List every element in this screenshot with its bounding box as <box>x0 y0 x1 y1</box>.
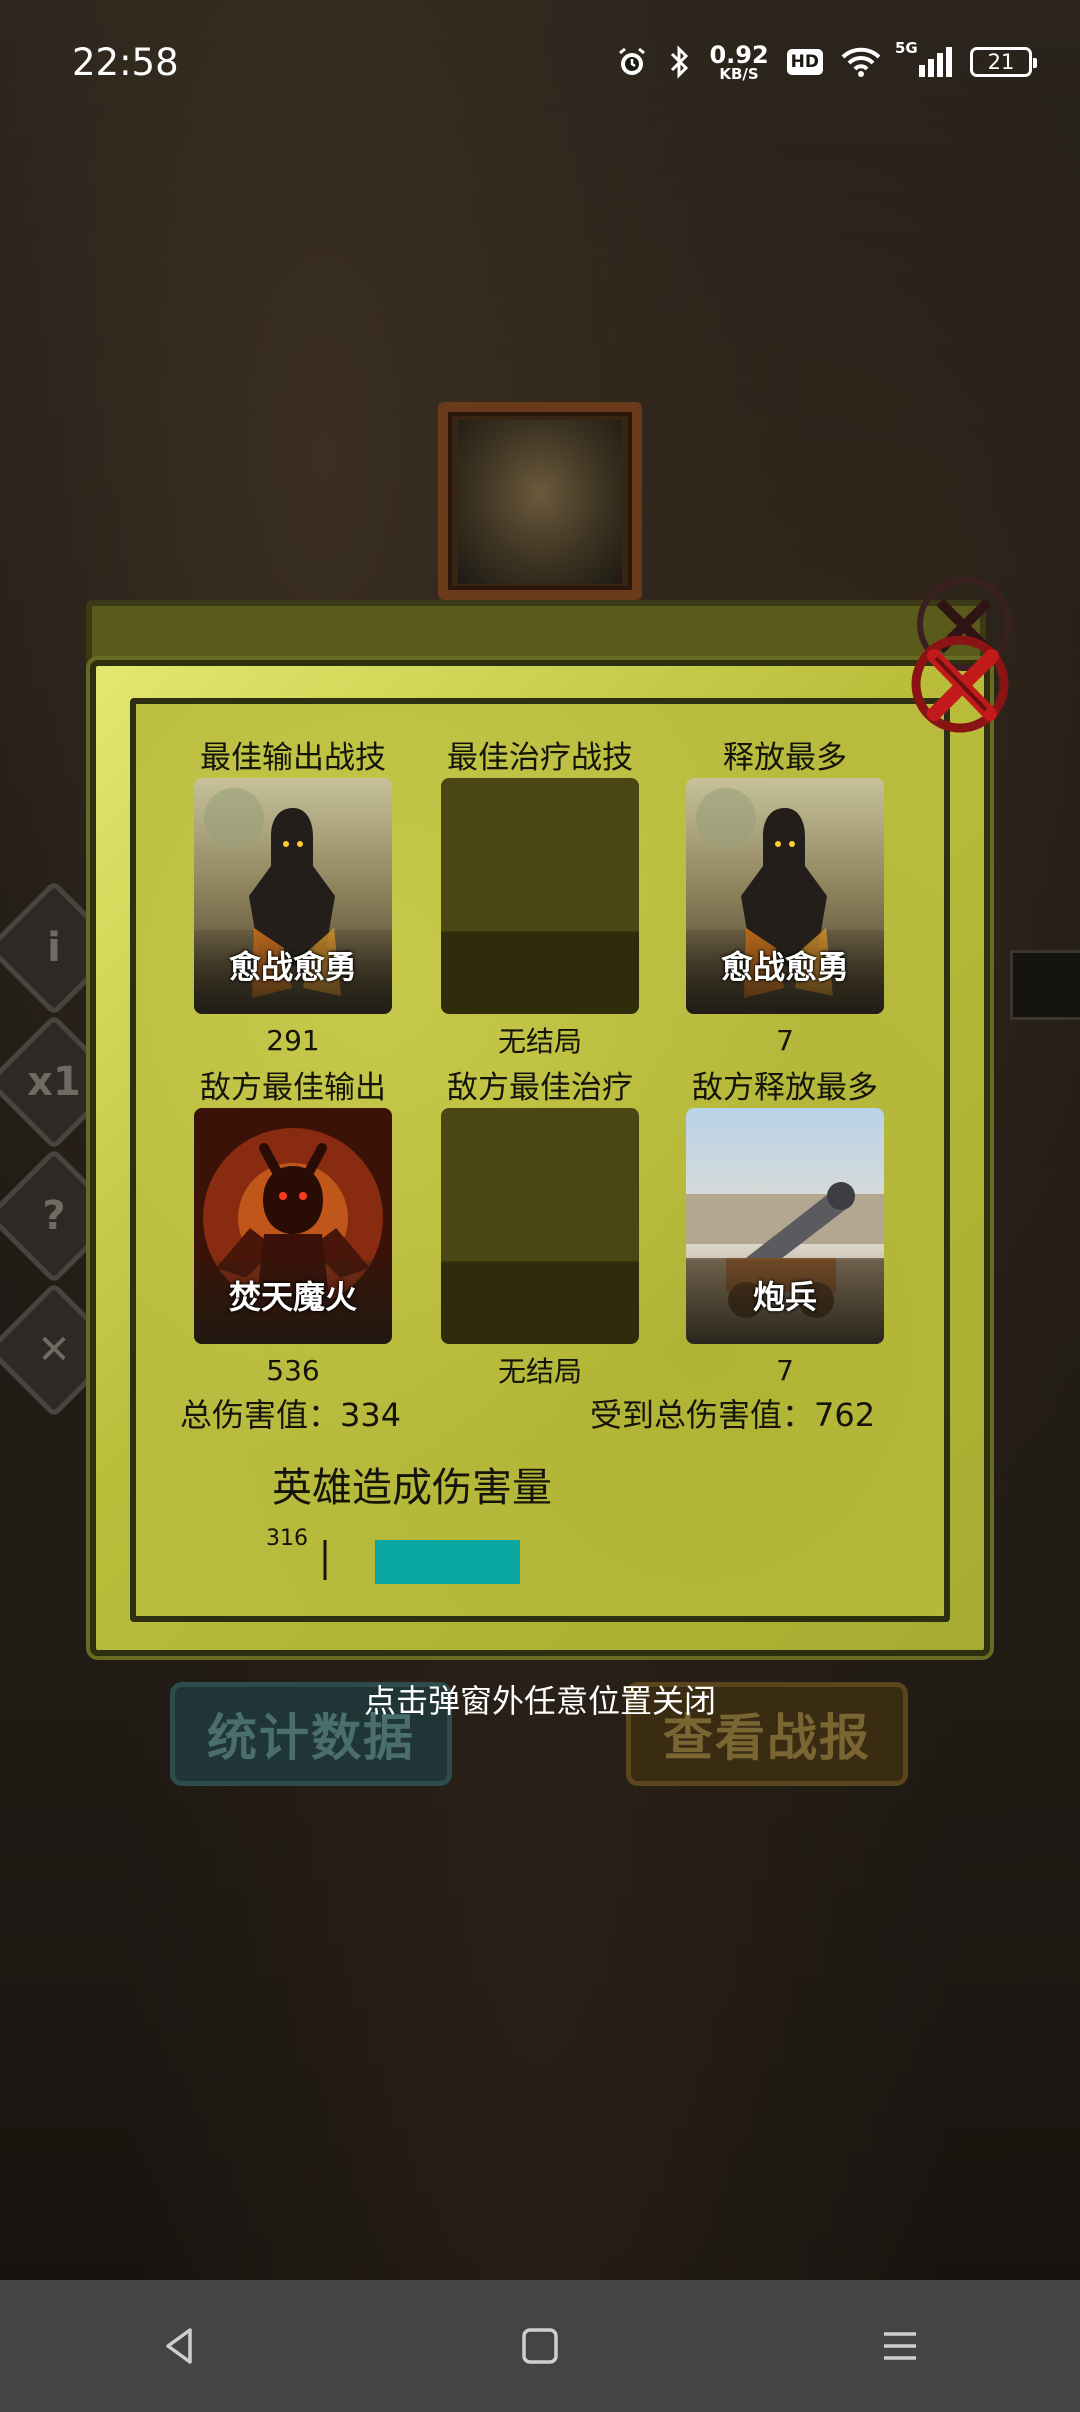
network-type-label: 5G <box>895 39 918 57</box>
skill-name: 焚天魔火 <box>228 1278 357 1316</box>
slot-enemy-best-heal[interactable]: 敌方最佳治疗 无结局 <box>441 1064 639 1396</box>
hd-badge: HD <box>786 49 823 75</box>
slot-title: 敌方释放最多 <box>692 1069 878 1106</box>
name-band: 炮兵 <box>686 1260 884 1344</box>
speed-label: x1 <box>27 1059 81 1105</box>
slot-title: 释放最多 <box>723 739 847 776</box>
slot-enemy-most-cast[interactable]: 敌方释放最多 炮兵 7 <box>686 1064 884 1396</box>
slot-value: 无结局 <box>497 1025 582 1058</box>
battery-icon: 21 <box>970 47 1037 77</box>
slot-best-output-skill[interactable]: 最佳输出战技 愈战愈勇 291 <box>194 734 392 1066</box>
status-icons: 0.92 KB/S HD 5G 21 <box>615 39 1037 82</box>
nav-home-button[interactable] <box>500 2306 580 2386</box>
net-speed-value: 0.92 <box>709 40 769 69</box>
exit-icon: ✕ <box>37 1327 71 1373</box>
total-damage: 总伤害值：334 <box>180 1396 402 1434</box>
alarm-icon <box>619 47 646 75</box>
damage-bar-chart: 316 <box>266 1526 520 1584</box>
skill-name: 愈战愈勇 <box>228 948 357 986</box>
slot-value: 7 <box>776 1023 794 1057</box>
skill-name: 炮兵 <box>752 1278 817 1316</box>
slot-value: 291 <box>266 1023 320 1057</box>
system-nav-bar <box>0 2280 1080 2412</box>
cell-signal-icon: 5G <box>895 39 952 77</box>
slot-title: 敌方最佳输出 <box>200 1069 386 1106</box>
nav-back-button[interactable] <box>140 2306 220 2386</box>
name-band: 焚天魔火 <box>194 1260 392 1344</box>
hero-portrait-frame <box>438 402 642 600</box>
slot-value: 7 <box>776 1353 794 1387</box>
nav-menu-button[interactable] <box>860 2306 940 2386</box>
close-x-icon <box>911 577 1011 733</box>
battery-level: 21 <box>987 50 1015 74</box>
name-band: 愈战愈勇 <box>194 930 392 1014</box>
slot-enemy-best-output[interactable]: 敌方最佳输出 焚天魔火 536 <box>194 1064 392 1396</box>
empty-skill-card <box>441 1108 639 1344</box>
menu-lines-icon <box>884 2332 916 2360</box>
slot-most-cast[interactable]: 释放最多 愈战愈勇 7 <box>686 734 884 1066</box>
home-square-icon <box>522 2328 558 2364</box>
bluetooth-icon <box>671 45 689 79</box>
slot-best-heal-skill[interactable]: 最佳治疗战技 无结局 <box>441 734 639 1066</box>
right-edge-tab[interactable] <box>1010 950 1080 1020</box>
close-button[interactable] <box>898 574 1032 744</box>
slot-value: 536 <box>266 1353 320 1387</box>
slot-title: 最佳治疗战技 <box>447 739 633 776</box>
skill-card[interactable]: 愈战愈勇 <box>686 778 884 1014</box>
damage-bar <box>375 1540 520 1584</box>
info-icon: i <box>47 925 61 971</box>
total-damage-taken: 受到总伤害值：762 <box>590 1396 876 1434</box>
skill-name: 愈战愈勇 <box>720 948 849 986</box>
skill-card[interactable]: 炮兵 <box>686 1108 884 1344</box>
net-speed-unit: KB/S <box>719 64 759 83</box>
slot-title: 最佳输出战技 <box>200 739 386 776</box>
slot-title: 敌方最佳治疗 <box>447 1069 633 1106</box>
close-hint-text: 点击弹窗外任意位置关闭 <box>363 1682 716 1720</box>
slot-value: 无结局 <box>497 1355 582 1388</box>
help-icon: ? <box>42 1193 66 1239</box>
skill-card[interactable]: 愈战愈勇 <box>194 778 392 1014</box>
name-band: 愈战愈勇 <box>686 930 884 1014</box>
empty-skill-card <box>441 778 639 1014</box>
status-bar: 22:58 0.92 KB/S HD 5G 21 <box>0 0 1080 124</box>
hero-portrait-image <box>458 420 622 584</box>
chart-title: 英雄造成伤害量 <box>272 1465 552 1511</box>
net-speed: 0.92 KB/S <box>709 43 768 82</box>
skill-card[interactable]: 焚天魔火 <box>194 1108 392 1344</box>
wifi-icon <box>841 47 881 77</box>
status-time: 22:58 <box>72 40 179 84</box>
chart-axis-value: 316 <box>266 1526 308 1551</box>
back-triangle-icon <box>166 2328 192 2364</box>
